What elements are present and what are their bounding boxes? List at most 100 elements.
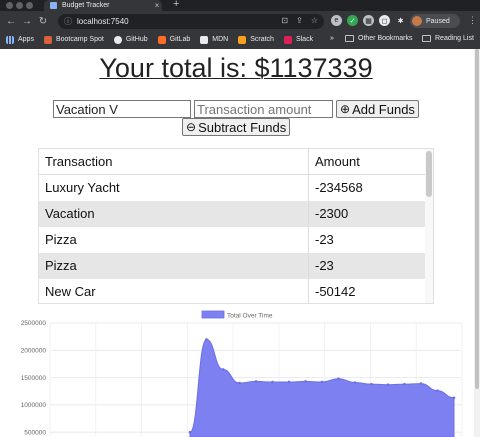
subtract-funds-button[interactable]: ⊖ Subtract Funds	[182, 118, 291, 136]
add-funds-button[interactable]: ⊕ Add Funds	[336, 100, 419, 118]
extension-icon[interactable]: e	[331, 15, 342, 26]
transaction-amount-input[interactable]	[194, 100, 333, 118]
add-funds-label: Add Funds	[352, 101, 415, 117]
total-heading: Your total is: $1137339	[0, 53, 472, 84]
reading-list-icon	[422, 35, 431, 42]
bookmark-star-icon[interactable]: ☆	[311, 16, 318, 25]
bookmark-github[interactable]: GitHub	[113, 35, 148, 44]
bookmark-label: Scratch	[250, 36, 274, 43]
page-content: Your total is: $1137339 ⊕ Add Funds ⊖ Su…	[0, 49, 480, 437]
share-icon[interactable]: ⇪	[296, 16, 303, 25]
data-point	[436, 389, 439, 393]
transaction-amount-cell: -23	[315, 232, 334, 247]
scratch-icon	[238, 35, 247, 44]
tab-title: Budget Tracker	[62, 2, 110, 9]
y-tick-label: 1500000	[21, 375, 47, 382]
table-row: Luxury Yacht -234568	[39, 175, 426, 201]
transaction-name-cell: Luxury Yacht	[39, 175, 309, 201]
table-header-row: Transaction Amount	[39, 149, 426, 175]
bookmarks-overflow-icon[interactable]: »	[330, 35, 334, 42]
data-point	[188, 430, 192, 434]
chart-legend: Total Over Time	[201, 310, 273, 320]
transaction-name-cell: Pizza	[39, 253, 309, 279]
bookmark-other-bookmarks[interactable]: Other Bookmarks	[345, 35, 412, 42]
transaction-amount-cell: -234568	[315, 180, 363, 195]
transaction-amount-cell: -50142	[315, 284, 356, 299]
browser-chrome: Budget Tracker × + ← → ↻ ⓘ localhost:754…	[0, 0, 480, 49]
y-tick-label: 500000	[24, 429, 46, 436]
data-point	[370, 382, 373, 386]
extensions-puzzle-icon[interactable]: ✱	[395, 15, 406, 26]
legend-label: Total Over Time	[227, 313, 273, 320]
avatar	[412, 16, 422, 26]
extension-box-icon[interactable]: ◻	[379, 15, 390, 26]
forward-arrow-icon[interactable]: →	[19, 16, 35, 27]
data-point	[403, 382, 406, 386]
bookmark-slack[interactable]: Slack	[283, 35, 313, 44]
table-row: Vacation -2300	[39, 201, 426, 227]
bookmark-bootcamp-spot[interactable]: Bootcamp Spot	[43, 35, 104, 44]
maximize-window-icon[interactable]	[26, 2, 33, 9]
minimize-window-icon[interactable]	[16, 2, 23, 9]
data-point	[254, 380, 258, 383]
back-arrow-icon[interactable]: ←	[3, 16, 19, 27]
subtract-funds-label: Subtract Funds	[198, 119, 287, 135]
table-row: Pizza -23	[39, 227, 426, 253]
transactions-table: Transaction Amount Luxury Yacht -234568 …	[38, 148, 434, 304]
tab-strip: Budget Tracker × +	[0, 0, 480, 11]
tab-budget-tracker[interactable]: Budget Tracker ×	[44, 0, 162, 11]
table-row: New Car -50142	[39, 279, 426, 303]
address-bar[interactable]: ⓘ localhost:7540 ⊡ ⇪ ☆	[58, 14, 324, 29]
site-info-icon[interactable]: ⓘ	[64, 16, 72, 27]
apps-grid-icon	[6, 35, 14, 44]
reload-icon[interactable]: ↻	[35, 16, 51, 27]
new-tab-plus-icon[interactable]: +	[173, 0, 179, 10]
transaction-amount-cell: -2300	[315, 206, 349, 221]
bookmarks-bar: Apps Bootcamp Spot GitHub GitLab MDN Scr…	[0, 31, 480, 48]
bookmark-gitlab[interactable]: GitLab	[157, 35, 190, 44]
data-point	[271, 380, 274, 384]
browser-menu-icon[interactable]: ⋮	[468, 15, 477, 26]
table-row: Pizza -23	[39, 253, 426, 279]
data-point	[419, 382, 423, 385]
data-point	[337, 377, 340, 380]
legend-swatch	[201, 310, 225, 319]
total-text: Your total is: $1137339	[99, 53, 373, 83]
profile-button[interactable]: Paused	[410, 14, 460, 28]
bookmark-label: MDN	[212, 36, 229, 43]
table-scrollbar[interactable]	[425, 149, 433, 303]
tab-close-icon[interactable]: ×	[152, 1, 162, 10]
data-point	[238, 381, 241, 385]
bookmark-mdn[interactable]: MDN	[200, 35, 229, 44]
omnibox-actions: ⊡ ⇪ ☆	[281, 16, 318, 25]
close-window-icon[interactable]	[6, 2, 13, 9]
github-icon	[113, 35, 122, 44]
data-point	[353, 381, 357, 384]
bookmark-scratch[interactable]: Scratch	[238, 35, 274, 44]
transaction-name-input[interactable]	[53, 100, 191, 118]
y-tick-label: 1000000	[21, 402, 47, 409]
extension-grid-icon[interactable]: ▦	[363, 15, 374, 26]
plus-icon: ⊕	[340, 102, 351, 116]
bookmark-apps[interactable]: Apps	[6, 35, 34, 44]
data-point	[304, 380, 307, 383]
extension-check-icon[interactable]: ✓	[347, 15, 358, 26]
data-point	[205, 338, 208, 341]
y-tick-label: 2000000	[21, 348, 47, 355]
page-scrollbar[interactable]	[474, 49, 480, 437]
browser-toolbar: ← → ↻ ⓘ localhost:7540 ⊡ ⇪ ☆ e ✓ ▦ ◻ ✱ P…	[0, 11, 480, 31]
bookmark-label: Apps	[18, 36, 34, 43]
chart-y-axis: 2500000 2000000 1500000 1000000 500000	[21, 320, 47, 436]
mdn-icon	[200, 35, 209, 44]
bookmark-label: Bootcamp Spot	[55, 36, 104, 43]
table-scrollbar-thumb[interactable]	[426, 151, 432, 197]
page-scrollbar-thumb[interactable]	[475, 49, 479, 389]
bookmark-label: Other Bookmarks	[358, 35, 413, 42]
transaction-amount-cell: -23	[315, 258, 334, 273]
column-header-transaction: Transaction	[39, 149, 309, 174]
total-over-time-chart: 2500000 2000000 1500000 1000000 500000 Total…	[21, 310, 463, 437]
bookmark-label: GitHub	[125, 36, 148, 43]
cast-icon[interactable]: ⊡	[281, 16, 288, 25]
gitlab-icon	[157, 35, 166, 44]
bookmark-reading-list[interactable]: Reading List	[422, 35, 474, 42]
